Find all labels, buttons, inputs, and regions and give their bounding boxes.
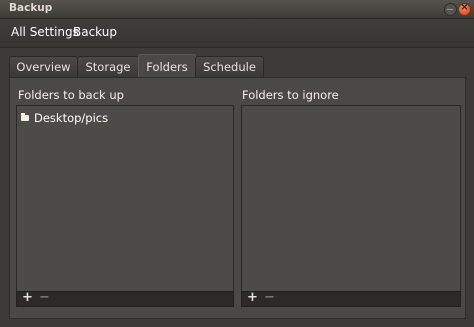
folder-path: Desktop/pics [34, 111, 109, 125]
add-backup-folder-button[interactable]: + [22, 290, 33, 305]
breadcrumb-all-settings[interactable]: All Settings [11, 25, 79, 39]
folders-to-back-up-list[interactable]: Desktop/pics [16, 105, 234, 292]
tab-overview[interactable]: Overview [9, 56, 78, 77]
close-icon: × [460, 2, 469, 13]
folders-pane: Folders to back up Desktop/pics + − Fold… [9, 77, 466, 319]
minimize-button[interactable] [444, 3, 457, 16]
folders-to-ignore-list[interactable] [241, 105, 461, 292]
folders-to-back-up-toolbar: + − [16, 290, 234, 307]
window-title: Backup [9, 2, 53, 14]
divider [0, 47, 474, 48]
tab-schedule[interactable]: Schedule [195, 56, 264, 77]
folders-to-back-up-label: Folders to back up [18, 88, 124, 102]
close-button[interactable]: × [458, 2, 471, 16]
breadcrumb-backup[interactable]: Backup [73, 25, 117, 39]
add-ignore-folder-button[interactable]: + [247, 290, 258, 305]
folders-to-ignore-label: Folders to ignore [242, 88, 339, 102]
window-titlebar: Backup × [0, 0, 474, 19]
breadcrumb: All Settings Backup [0, 19, 474, 47]
remove-ignore-folder-button[interactable]: − [264, 290, 275, 305]
tab-storage[interactable]: Storage [77, 56, 139, 77]
tab-folders[interactable]: Folders [138, 54, 196, 78]
folder-icon [21, 113, 29, 121]
remove-backup-folder-button[interactable]: − [39, 290, 50, 305]
minimize-icon [447, 9, 453, 10]
folders-to-ignore-toolbar: + − [241, 290, 461, 307]
